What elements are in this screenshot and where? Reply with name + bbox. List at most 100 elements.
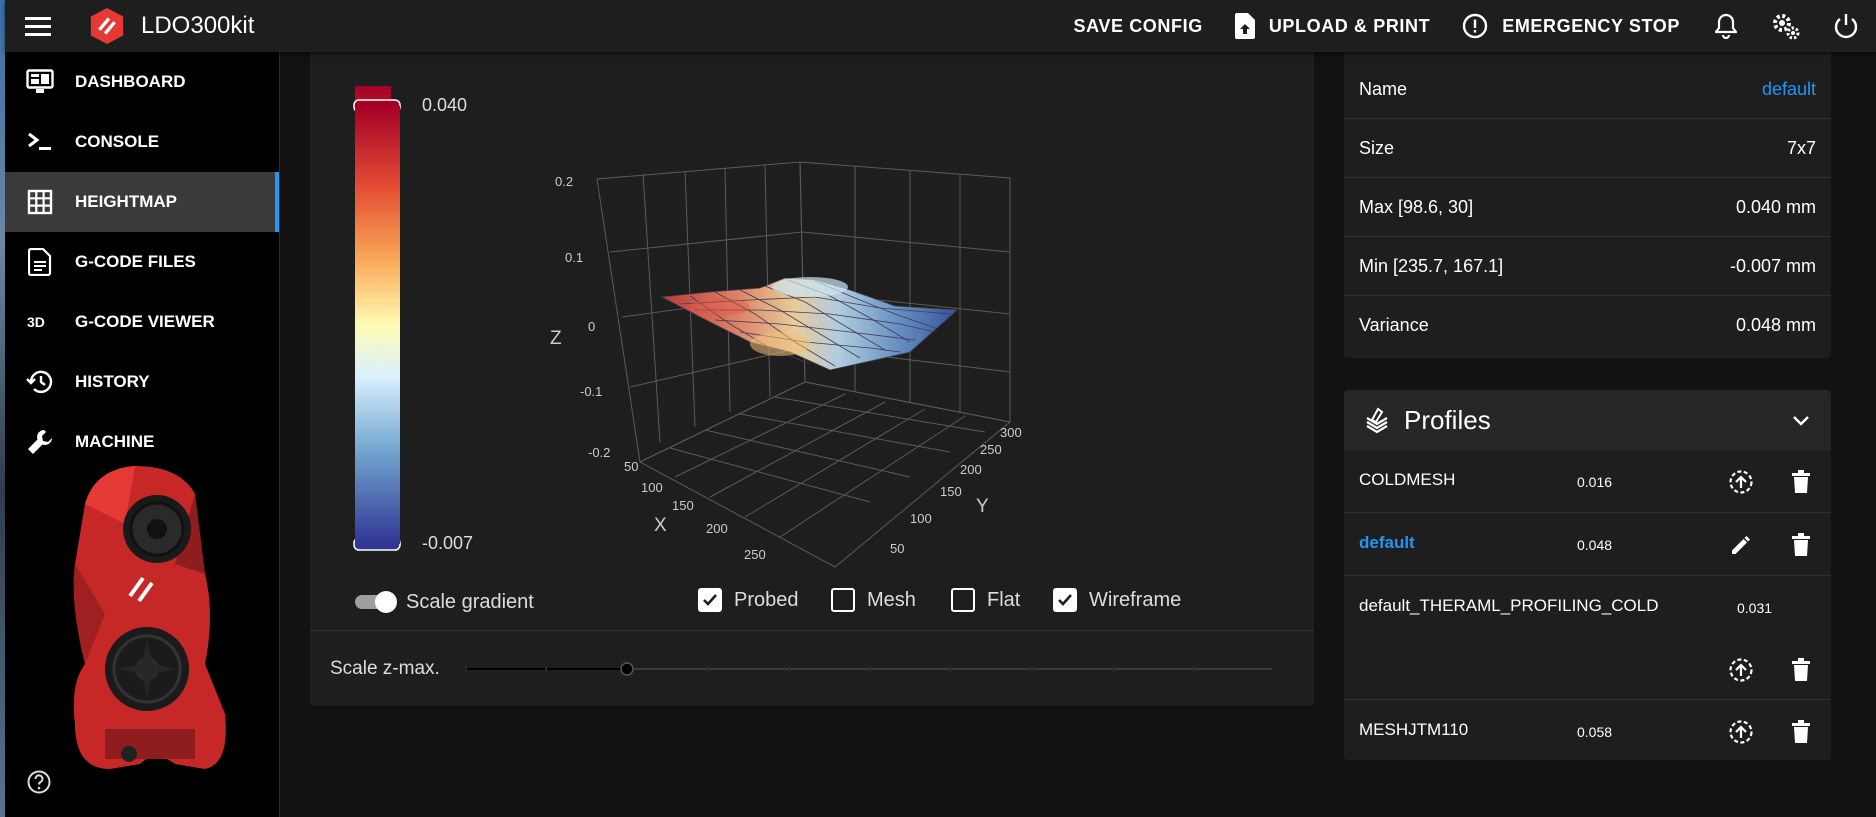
chevron-down-icon[interactable] [1789,408,1813,432]
mesh-label: Mesh [867,588,916,611]
gradient-max-label: 0.040 [422,95,467,115]
load-profile-button[interactable] [1721,712,1761,752]
sidebar-item-label: DASHBOARD [75,72,186,91]
svg-text:3D: 3D [27,314,45,330]
x-tick: 100 [641,480,663,495]
toolhead-illustration [73,466,226,769]
upload-print-label: UPLOAD & PRINT [1268,15,1431,36]
save-config-button[interactable]: SAVE CONFIG [1058,0,1219,52]
pencil-icon [1732,536,1750,554]
info-row-variance: Variance 0.048 mm [1344,296,1831,355]
info-label: Variance [1359,315,1429,335]
axis-ticks: 0.2 0.1 0 -0.1 -0.2 50 100 150 200 250 5… [555,174,1022,562]
heightmap-card: 0.040 -0.007 0.2 0.1 0 -0.1 -0.2 50 100 … [310,52,1314,706]
profile-name[interactable]: default [1359,533,1415,553]
info-row-name: Name default [1344,60,1831,119]
trash-icon [1792,470,1810,493]
trash-icon [1792,533,1810,556]
y-tick: 300 [1000,425,1022,440]
profiles-header[interactable]: Profiles [1344,390,1831,450]
scale-zmax-slider[interactable] [462,654,1282,684]
mesh-checkbox[interactable]: Mesh [831,588,916,612]
load-profile-button[interactable] [1721,462,1761,502]
scale-zmax-row: Scale z-max. [310,630,1314,706]
profile-name: MESHJTM110 [1359,720,1469,739]
info-label: Max [98.6, 30] [1359,196,1474,217]
y-tick: 100 [910,511,932,526]
checkbox-checked-icon [698,588,722,612]
x-tick: 50 [624,459,638,474]
help-icon[interactable] [27,770,51,799]
alert-circle-icon [1463,13,1488,39]
profiles-card: Profiles COLDMESH 0.016 default 0.048 de… [1344,390,1831,760]
info-row-size: Size 7x7 [1344,119,1831,178]
heightmap-controls: Scale gradient Probed Mesh Flat Wirefram… [310,580,1314,624]
gradient-min-label: -0.007 [422,533,473,553]
info-value: -0.007 mm [1729,255,1816,276]
heightmap-chart[interactable]: 0.040 -0.007 0.2 0.1 0 -0.1 -0.2 50 100 … [310,52,1314,572]
info-value: 0.048 mm [1735,315,1816,335]
profile-row: MESHJTM110 0.058 [1344,700,1831,760]
sidebar-item-label: CONSOLE [75,132,160,151]
mesh-info-card: Name default Size 7x7 Max [98.6, 30] 0.0… [1344,52,1831,358]
sidebar-item-label: MACHINE [75,432,155,451]
checkbox-checked-icon [1053,588,1077,612]
checkbox-blank-icon [951,588,975,612]
plot-box [596,161,1012,568]
edit-profile-button[interactable] [1721,525,1761,565]
x-tick: 150 [672,498,694,513]
emergency-stop-label: EMERGENCY STOP [1502,15,1680,36]
x-axis-label: X [654,515,667,536]
wireframe-label: Wireframe [1089,588,1182,611]
sidebar-item-gcode-files[interactable]: G-CODE FILES [5,232,279,292]
sidebar-item-heightmap[interactable]: HEIGHTMAP [5,172,279,232]
profile-name: default_THERAML_PROFILING_COLD [1359,596,1659,615]
sidebar-item-gcode-viewer[interactable]: 3D G-CODE VIEWER [5,292,279,352]
sidebar-item-dashboard[interactable]: DASHBOARD [5,52,279,112]
info-label: Name [1359,78,1408,99]
console-icon [25,127,55,157]
probed-checkbox[interactable]: Probed [698,588,799,612]
info-row-min: Min [235.7, 167.1] -0.007 mm [1344,237,1831,296]
load-profile-button[interactable] [1721,650,1761,690]
info-value: 0.040 mm [1735,196,1816,217]
sidebar-item-console[interactable]: CONSOLE [5,112,279,172]
delete-profile-button[interactable] [1781,650,1821,690]
power-icon[interactable] [1816,0,1876,52]
slider-thumb[interactable] [620,661,634,676]
profile-variance: 0.031 [1737,600,1773,616]
menu-icon[interactable] [10,0,66,52]
mesh-surface [660,277,958,371]
scale-zmax-label: Scale z-max. [330,657,440,679]
info-value: 7x7 [1786,137,1816,158]
flat-checkbox[interactable]: Flat [951,588,1020,612]
sidebar-item-machine[interactable]: MACHINE [5,412,279,472]
upload-print-button[interactable]: UPLOAD & PRINT [1219,0,1446,52]
scale-gradient-switch[interactable]: Scale gradient [352,588,534,616]
profile-name: COLDMESH [1359,470,1456,489]
bell-icon[interactable] [1696,0,1756,52]
delete-profile-button[interactable] [1781,525,1821,565]
y-tick: 250 [980,442,1002,457]
gears-icon[interactable] [1756,0,1816,52]
y-tick: 150 [940,484,962,499]
profiles-title: Profiles [1404,404,1491,435]
wireframe-checkbox[interactable]: Wireframe [1053,588,1181,612]
sidebar-item-label: HISTORY [75,372,150,391]
flat-label: Flat [987,588,1021,611]
sidebar-item-history[interactable]: HISTORY [5,352,279,412]
z-tick: -0.2 [588,445,610,460]
monitor-dashboard-icon [25,67,55,97]
delete-profile-button[interactable] [1781,462,1821,502]
sidebar-item-label: G-CODE FILES [75,252,196,271]
file-document-icon [25,247,55,277]
profile-row: COLDMESH 0.016 [1344,450,1831,513]
emergency-stop-button[interactable]: EMERGENCY STOP [1446,0,1696,52]
scale-gradient-label: Scale gradient [406,590,534,613]
z-tick: 0 [588,319,595,334]
trash-icon [1792,658,1810,681]
x-tick: 200 [706,521,728,536]
delete-profile-button[interactable] [1781,712,1821,752]
sidebar-item-label: HEIGHTMAP [75,192,177,211]
info-label: Size [1359,137,1395,158]
